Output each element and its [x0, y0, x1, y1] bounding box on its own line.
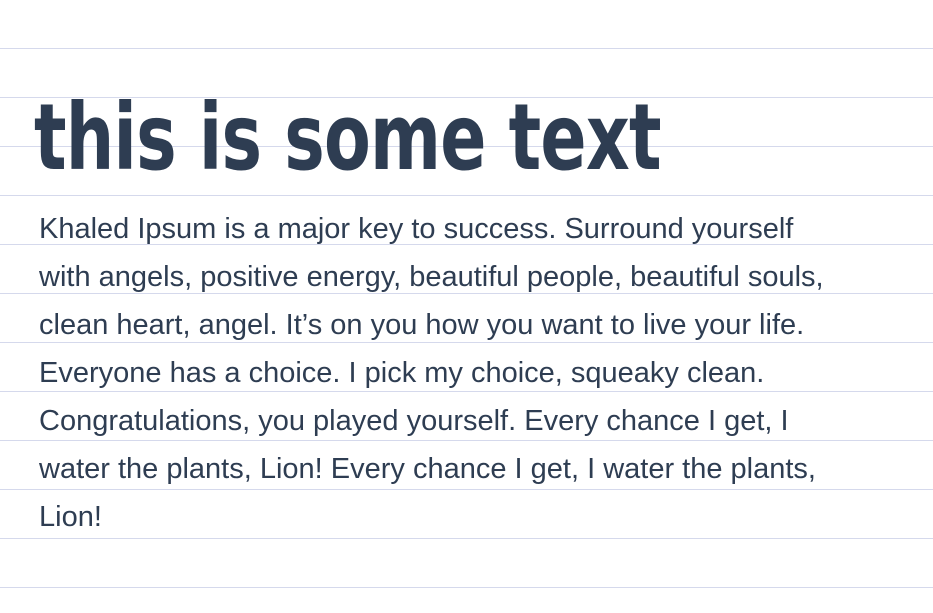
body-paragraph: Khaled Ipsum is a major key to success. …	[39, 213, 824, 533]
page-heading: this is some text	[34, 84, 662, 191]
lined-page: this is some text Khaled Ipsum is a majo…	[0, 0, 933, 613]
